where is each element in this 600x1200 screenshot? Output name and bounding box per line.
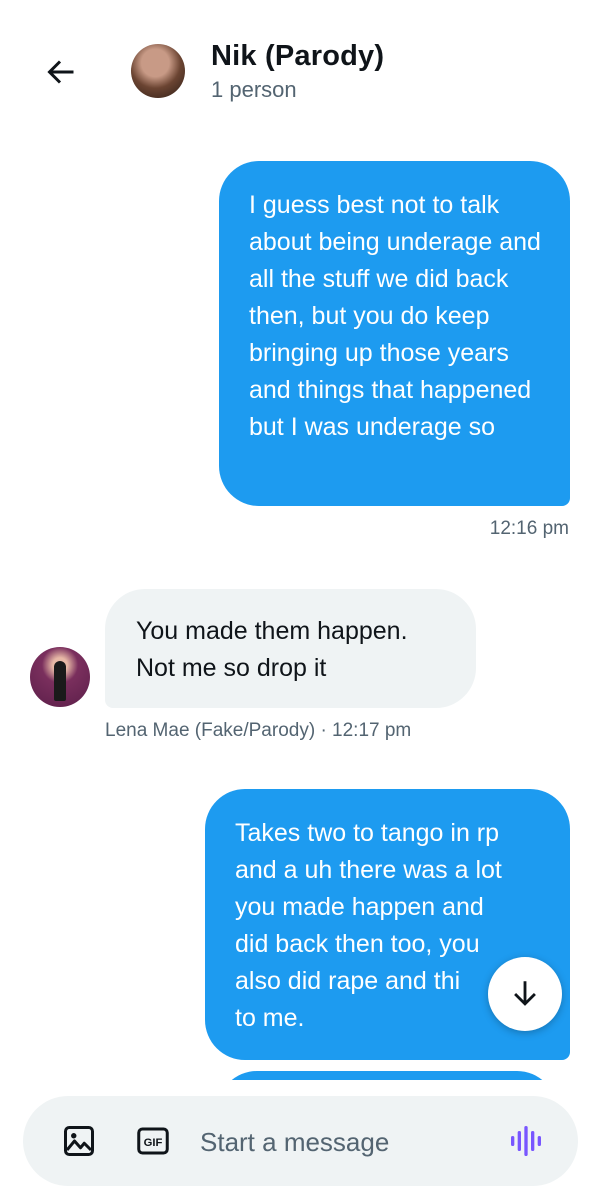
- back-button[interactable]: [40, 52, 80, 92]
- conversation-header: Nik (Parody) 1 person: [0, 0, 600, 140]
- message-bubble-sent[interactable]: I guess best not to talk about being und…: [219, 161, 570, 506]
- sender-avatar[interactable]: [30, 647, 90, 707]
- participant-count: 1 person: [211, 77, 297, 102]
- voice-message-button[interactable]: [506, 1121, 546, 1161]
- add-media-button[interactable]: [59, 1121, 99, 1161]
- gif-label: GIF: [144, 1137, 163, 1149]
- scroll-to-bottom-button[interactable]: [488, 957, 562, 1031]
- image-icon: [64, 1126, 94, 1156]
- contact-avatar[interactable]: [131, 44, 185, 98]
- arrow-left-icon: [47, 60, 74, 84]
- sender-name-timestamp: Lena Mae (Fake/Parody) · 12:17 pm: [105, 720, 412, 741]
- gif-icon: GIF: [137, 1127, 169, 1155]
- message-bubble-received[interactable]: You made them happen. Not me so drop it: [105, 589, 476, 708]
- composer-area: GIF: [0, 1080, 600, 1200]
- contact-name[interactable]: Nik (Parody): [211, 40, 384, 73]
- voice-wave-icon: [510, 1126, 541, 1156]
- add-gif-button[interactable]: GIF: [133, 1121, 173, 1161]
- message-timestamp: 12:16 pm: [489, 518, 569, 539]
- message-composer: GIF: [23, 1096, 578, 1186]
- arrow-down-icon: [514, 981, 536, 1006]
- message-input[interactable]: [198, 1118, 492, 1166]
